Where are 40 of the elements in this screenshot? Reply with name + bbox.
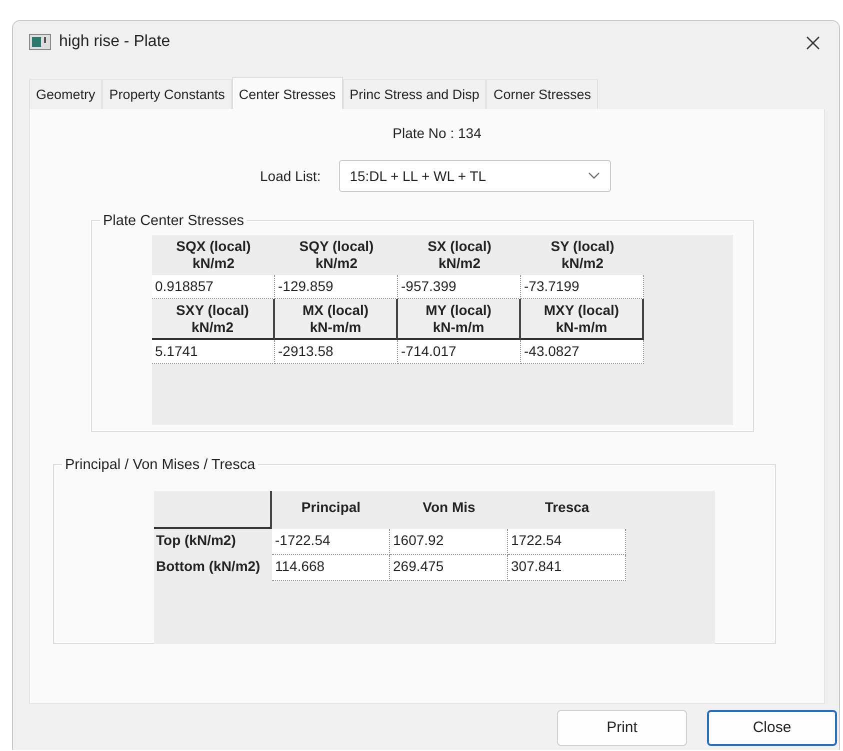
table-cell: -73.7199 [521, 274, 644, 299]
tab[interactable]: Center Stresses [232, 77, 343, 110]
row-header: Bottom (kN/m2) [155, 557, 262, 576]
load-list-dropdown[interactable]: 15:DL + LL + WL + TL [338, 160, 611, 192]
row-header: Top (kN/m2) [155, 531, 237, 550]
column-header: SY (local) kN/m2 [550, 237, 616, 274]
print-button[interactable]: Print [557, 710, 687, 746]
column-header: MX (local) kN-m/m [275, 298, 398, 340]
tab[interactable]: Princ Stress and Disp [342, 79, 486, 110]
table-cell: 114.668 [272, 555, 390, 582]
column-header: MXY (local) kN-m/m [521, 298, 644, 340]
tab[interactable]: Corner Stresses [486, 79, 598, 110]
table-cell: 269.475 [390, 555, 508, 582]
table-cell: -2913.58 [275, 340, 398, 364]
column-header: Principal [300, 498, 362, 518]
column-header: Von Mis [422, 498, 476, 518]
dropdown-caret-icon [588, 172, 600, 180]
table-cell: 1722.54 [508, 529, 626, 556]
app-icon [29, 34, 51, 50]
column-header: SQX (local) kN/m2 [175, 237, 252, 274]
close-button[interactable]: Close [707, 710, 837, 746]
table-cell: 5.1741 [152, 340, 275, 364]
table-cell: 1607.92 [390, 529, 508, 556]
table-cell: -129.859 [275, 274, 398, 299]
load-list-label: Load List: [260, 166, 321, 186]
tab[interactable]: Geometry [29, 79, 102, 110]
table-cell: 307.841 [508, 555, 626, 582]
table-cell: -957.399 [398, 274, 521, 299]
table-cell: -43.0827 [521, 340, 644, 364]
column-header: SX (local) kN/m2 [426, 237, 492, 274]
column-header: SXY (local) kN/m2 [152, 298, 275, 340]
window-title: high rise - Plate [59, 32, 170, 52]
column-header: Tresca [544, 498, 590, 518]
table-cell: -714.017 [398, 340, 521, 364]
column-header: MY (local) kN-m/m [398, 298, 521, 340]
tab[interactable]: Property Constants [102, 79, 232, 110]
table-cell: -1722.54 [272, 529, 390, 556]
table-cell: 0.918857 [152, 274, 275, 299]
column-header: SQY (local) kN/m2 [298, 237, 375, 274]
plate-number-label: Plate No : 134 [392, 124, 482, 144]
